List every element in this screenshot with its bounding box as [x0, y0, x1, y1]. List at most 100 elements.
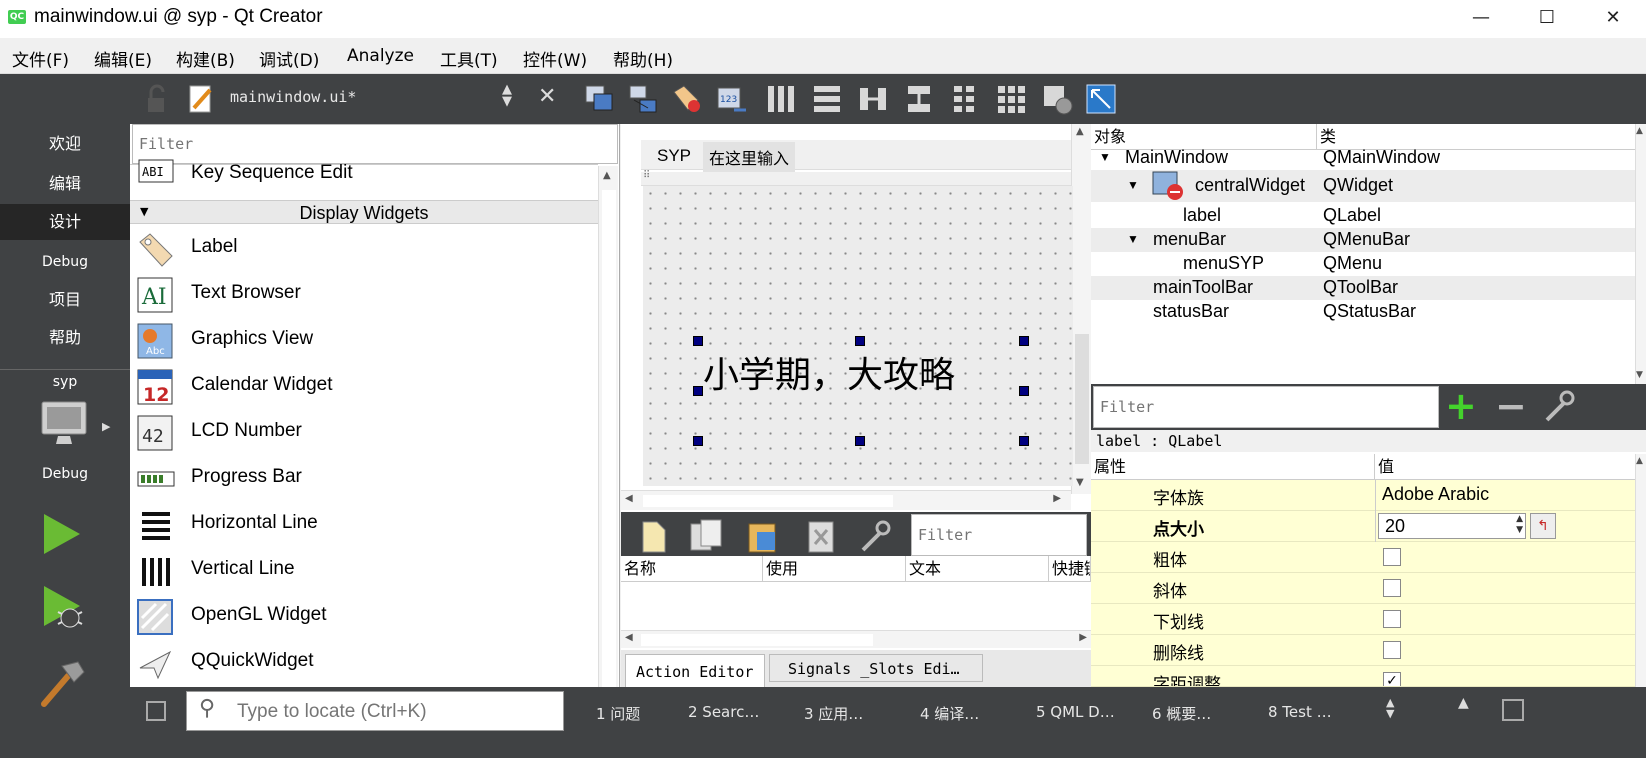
- action-col-name[interactable]: 名称: [621, 556, 763, 582]
- scroll-left-arrow-icon[interactable]: ◀: [625, 632, 633, 643]
- action-horizontal-scrollbar[interactable]: ◀ ▶: [621, 630, 1091, 648]
- run-icon[interactable]: [42, 512, 82, 560]
- widget-box-scrollbar[interactable]: ▲ ▼: [598, 166, 618, 714]
- layout-vertical-splitter-icon[interactable]: [902, 82, 936, 116]
- expand-arrow-icon[interactable]: ▼: [1127, 178, 1139, 192]
- layout-horizontally-icon[interactable]: [764, 82, 798, 116]
- scroll-up-arrow-icon[interactable]: ▲: [1076, 126, 1084, 137]
- property-row-strikeout[interactable]: 删除线: [1091, 635, 1646, 666]
- widget-lcd-number[interactable]: 42 LCD Number: [136, 410, 596, 454]
- scroll-right-arrow-icon[interactable]: ▶: [1079, 632, 1087, 643]
- inspector-row-centralwidget[interactable]: ▼ centralWidget QWidget: [1091, 170, 1646, 202]
- mode-design[interactable]: 设计: [0, 204, 130, 240]
- property-row-bold[interactable]: 粗体: [1091, 542, 1646, 573]
- strikeout-checkbox[interactable]: [1383, 641, 1401, 659]
- menu-debug[interactable]: 调试(D): [259, 46, 319, 71]
- menu-file[interactable]: 文件(F): [12, 46, 69, 71]
- scroll-left-arrow-icon[interactable]: ◀: [625, 493, 633, 504]
- kit-expand-arrow-icon[interactable]: ▶: [102, 420, 110, 433]
- widget-calendar[interactable]: 12 Calendar Widget: [136, 364, 596, 408]
- minimize-button[interactable]: —: [1448, 0, 1514, 36]
- add-dynamic-property-icon[interactable]: +: [1445, 386, 1477, 426]
- form-label-text[interactable]: 小学期，大攻略: [703, 346, 955, 398]
- widget-text-browser[interactable]: AI Text Browser: [136, 272, 596, 316]
- property-configure-wrench-icon[interactable]: [1541, 390, 1581, 428]
- widget-horizontal-line[interactable]: Horizontal Line: [136, 502, 596, 546]
- widget-graphics-view[interactable]: Abc Graphics View: [136, 318, 596, 362]
- mode-edit[interactable]: 编辑: [0, 166, 130, 202]
- scroll-up-arrow-icon[interactable]: ▲: [1636, 456, 1643, 466]
- form-menu-syp[interactable]: SYP: [657, 146, 691, 166]
- mode-debug[interactable]: Debug: [0, 244, 130, 280]
- bold-checkbox[interactable]: [1383, 548, 1401, 566]
- underline-checkbox[interactable]: [1383, 610, 1401, 628]
- property-filter-input[interactable]: [1093, 386, 1439, 428]
- reset-property-icon[interactable]: ↰: [1530, 513, 1556, 539]
- scroll-up-arrow-icon[interactable]: ▲: [1636, 126, 1643, 136]
- locator-box[interactable]: ⚲: [186, 691, 564, 731]
- widget-qquickwidget[interactable]: QQuickWidget: [136, 640, 596, 684]
- selection-handle[interactable]: [855, 436, 865, 446]
- pane-application-output[interactable]: 3 应用…: [804, 703, 863, 724]
- menu-widgets[interactable]: 控件(W): [523, 46, 587, 71]
- locator-input[interactable]: [237, 698, 557, 726]
- build-hammer-icon[interactable]: [38, 658, 88, 712]
- copy-action-icon[interactable]: [687, 518, 727, 558]
- inspector-scrollbar[interactable]: ▲ ▼: [1635, 124, 1646, 384]
- edit-signals-slots-icon[interactable]: [626, 82, 660, 116]
- action-col-used[interactable]: 使用: [763, 556, 906, 582]
- selection-handle[interactable]: [1019, 436, 1029, 446]
- layout-vertically-icon[interactable]: [810, 82, 844, 116]
- close-button[interactable]: ✕: [1580, 0, 1646, 36]
- menu-edit[interactable]: 编辑(E): [94, 46, 152, 71]
- property-row-underline[interactable]: 下划线: [1091, 604, 1646, 635]
- scroll-down-arrow-icon[interactable]: ▼: [1636, 370, 1643, 380]
- scroll-thumb[interactable]: [641, 634, 873, 646]
- pane-issues[interactable]: 1 问题: [596, 703, 640, 724]
- selection-handle[interactable]: [855, 336, 865, 346]
- open-document-name[interactable]: mainwindow.ui*: [230, 88, 356, 106]
- selection-handle[interactable]: [1019, 336, 1029, 346]
- spin-arrows-icon[interactable]: ▲ ▼: [1516, 514, 1523, 536]
- canvas-vertical-scrollbar[interactable]: ▲ ▼: [1071, 124, 1091, 494]
- mode-help[interactable]: 帮助: [0, 320, 130, 356]
- delete-action-icon[interactable]: [805, 518, 839, 558]
- scroll-up-arrow-icon[interactable]: ▲: [603, 170, 611, 181]
- property-row-italic[interactable]: 斜体: [1091, 573, 1646, 604]
- layout-horizontal-splitter-icon[interactable]: [856, 82, 890, 116]
- selection-handle[interactable]: [1019, 386, 1029, 396]
- new-action-icon[interactable]: [639, 518, 669, 558]
- toggle-right-sidebar-icon[interactable]: [1502, 699, 1524, 721]
- widget-progress-bar[interactable]: Progress Bar: [136, 456, 596, 500]
- widget-vertical-line[interactable]: Vertical Line: [136, 548, 596, 592]
- pane-qml-debugger[interactable]: 5 QML D…: [1036, 703, 1115, 721]
- edit-widgets-icon[interactable]: [582, 82, 616, 116]
- scroll-right-arrow-icon[interactable]: ▶: [1053, 493, 1061, 504]
- lock-icon[interactable]: [140, 82, 174, 116]
- inspector-row-mainwindow[interactable]: ▼ MainWindow QMainWindow: [1091, 146, 1646, 170]
- layout-grid-icon[interactable]: [994, 82, 1028, 116]
- pane-test-results[interactable]: 8 Test …: [1268, 703, 1332, 721]
- selection-handle[interactable]: [693, 336, 703, 346]
- selection-handle[interactable]: [693, 386, 703, 396]
- action-col-shortcut[interactable]: 快捷键: [1049, 556, 1091, 582]
- mode-projects[interactable]: 项目: [0, 282, 130, 318]
- configure-wrench-icon[interactable]: [857, 518, 897, 558]
- layout-form-icon[interactable]: [948, 82, 982, 116]
- debug-run-icon[interactable]: [42, 584, 86, 636]
- pane-switch-arrows-icon[interactable]: ▲ ▼: [1386, 697, 1394, 719]
- tab-action-editor[interactable]: Action Editor: [625, 654, 765, 687]
- scroll-thumb[interactable]: [602, 190, 616, 690]
- scroll-thumb[interactable]: [643, 495, 893, 507]
- property-row-font-family[interactable]: 字体族 Adobe Arabic: [1091, 480, 1646, 511]
- expand-arrow-icon[interactable]: ▼: [1127, 232, 1139, 246]
- close-document-icon[interactable]: ✕: [538, 84, 556, 109]
- edit-buddies-icon[interactable]: [670, 82, 704, 116]
- remove-dynamic-property-icon[interactable]: −: [1495, 386, 1527, 426]
- form-central-widget[interactable]: 小学期，大攻略: [643, 186, 1073, 486]
- pane-search-results[interactable]: 2 Searc…: [688, 703, 759, 721]
- property-value-cell[interactable]: Adobe Arabic: [1375, 480, 1646, 511]
- pane-general-messages[interactable]: 6 概要…: [1152, 703, 1211, 724]
- tab-signals-slots[interactable]: Signals _Slots Edi…: [769, 654, 983, 682]
- mode-welcome[interactable]: 欢迎: [0, 126, 130, 162]
